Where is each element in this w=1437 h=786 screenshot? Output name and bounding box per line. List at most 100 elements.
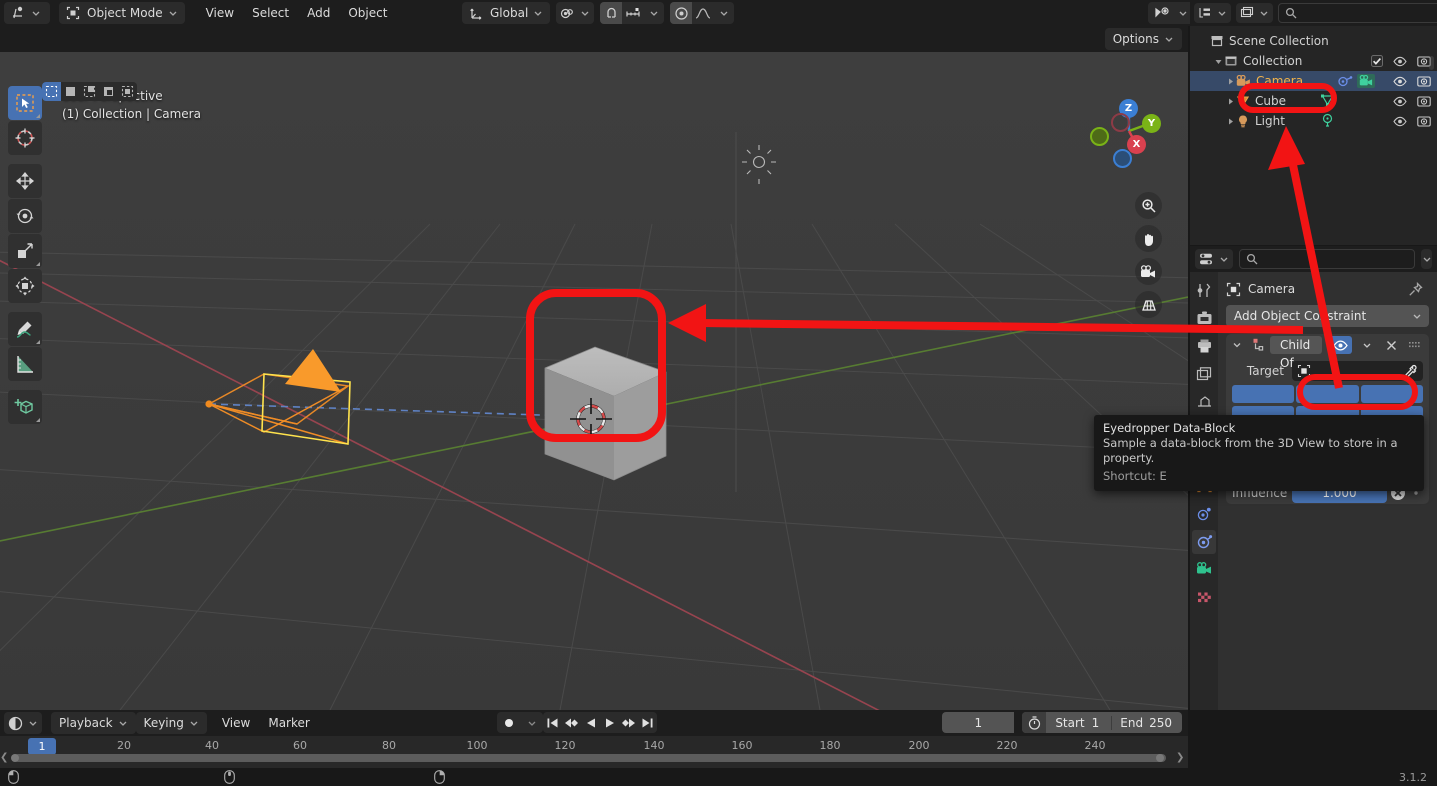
- camera-data-icon[interactable]: [1357, 74, 1375, 88]
- lasso-select-icon[interactable]: [99, 82, 118, 101]
- light-data-icon[interactable]: [1320, 113, 1335, 130]
- properties-search-input[interactable]: [1239, 249, 1415, 269]
- measure-tool[interactable]: [8, 347, 42, 381]
- box-select-icon[interactable]: [61, 82, 80, 101]
- target-datablock-field[interactable]: [1292, 361, 1423, 381]
- menu-object[interactable]: Object: [339, 2, 396, 24]
- object-data-tab[interactable]: [1192, 558, 1216, 582]
- visibility-selector[interactable]: [1148, 2, 1195, 24]
- outliner-search-input[interactable]: [1278, 3, 1437, 23]
- disclosure-triangle-closed-icon[interactable]: [1224, 117, 1236, 126]
- frame-range-group[interactable]: Start 1 End 250: [1022, 712, 1182, 733]
- outliner-editor[interactable]: Scene Collection Collection Camera Cube …: [1190, 0, 1437, 245]
- properties-tab-strip[interactable]: [1190, 272, 1218, 710]
- rotate-tool[interactable]: [8, 199, 42, 233]
- proportional-editing-group[interactable]: [670, 2, 735, 24]
- outliner-row-scene-collection[interactable]: Scene Collection: [1190, 31, 1437, 51]
- properties-search-field[interactable]: [1263, 252, 1408, 266]
- timeline-scrollbar[interactable]: [6, 753, 1174, 763]
- jump-to-prev-keyframe-icon[interactable]: [562, 712, 581, 733]
- outliner-row-toggles[interactable]: [1393, 115, 1431, 127]
- constraint-icon[interactable]: [1338, 75, 1353, 88]
- chevron-down-icon[interactable]: [1358, 340, 1376, 350]
- outliner-row-toggles[interactable]: [1393, 95, 1431, 107]
- outliner-row-collection[interactable]: Collection: [1190, 51, 1437, 71]
- timeline-editor[interactable]: Playback Keying View Marker 1 Start 1 En…: [0, 710, 1188, 768]
- select-mode-group[interactable]: [42, 82, 137, 101]
- jump-to-next-keyframe-icon[interactable]: [619, 712, 638, 733]
- add-cube-tool[interactable]: [8, 390, 42, 424]
- outliner-row-light[interactable]: Light: [1190, 111, 1437, 131]
- eye-icon[interactable]: [1328, 336, 1352, 354]
- disclosure-triangle-open-icon[interactable]: [1212, 57, 1224, 66]
- axis-toggle[interactable]: [1296, 385, 1359, 403]
- jump-to-end-icon[interactable]: [638, 712, 657, 733]
- magnet-icon[interactable]: [600, 2, 623, 24]
- eye-icon[interactable]: [1393, 76, 1407, 87]
- proportional-edit-icon[interactable]: [670, 2, 693, 24]
- scroll-arrow-left-icon[interactable]: ❮: [0, 753, 10, 763]
- mode-selector[interactable]: Object Mode: [59, 2, 185, 24]
- gizmo-axis-y[interactable]: Y: [1142, 114, 1161, 133]
- zoom-navigation-icon[interactable]: [1135, 192, 1162, 219]
- chevron-down-icon[interactable]: [521, 712, 543, 733]
- viewport-3d[interactable]: Options (1) Collection | Camera Z Y X: [0, 26, 1188, 710]
- camera-view-icon[interactable]: [1135, 258, 1162, 285]
- use-preview-range-icon[interactable]: [1022, 712, 1047, 733]
- move-tool[interactable]: [8, 164, 42, 198]
- end-value[interactable]: 250: [1149, 716, 1182, 730]
- transform-tool[interactable]: [8, 269, 42, 303]
- viewport-options-button[interactable]: Options: [1104, 28, 1182, 50]
- current-frame-field[interactable]: 1: [942, 712, 1015, 733]
- camera-render-icon[interactable]: [1417, 95, 1431, 107]
- transport-controls[interactable]: [543, 712, 657, 733]
- modifiers-tab[interactable]: [1192, 502, 1216, 526]
- chevron-down-icon[interactable]: [719, 8, 729, 18]
- camera-render-icon[interactable]: [1417, 75, 1431, 87]
- menu-keying[interactable]: Keying: [135, 712, 207, 734]
- pivot-point-selector[interactable]: [556, 2, 595, 24]
- menu-view-timeline[interactable]: View: [213, 712, 259, 734]
- falloff-curve-icon[interactable]: [692, 2, 714, 24]
- outliner-search-field[interactable]: [1302, 6, 1437, 20]
- chevron-down-icon[interactable]: [649, 8, 659, 18]
- viewport-nav-buttons[interactable]: [1135, 192, 1162, 318]
- tool-tab[interactable]: [1192, 278, 1216, 302]
- constraint-axis-toggles-row-1[interactable]: [1226, 385, 1429, 403]
- pan-navigation-icon[interactable]: [1135, 225, 1162, 252]
- eye-selectability-icon[interactable]: [1151, 2, 1173, 24]
- eye-icon[interactable]: [1393, 56, 1407, 67]
- select-box-tool[interactable]: [8, 86, 42, 120]
- timeline-editor-type-selector[interactable]: [4, 712, 42, 734]
- render-tab[interactable]: [1192, 306, 1216, 330]
- play-reverse-icon[interactable]: [581, 712, 600, 733]
- menu-view[interactable]: View: [197, 2, 243, 24]
- checkbox-checked-icon[interactable]: [1371, 55, 1383, 67]
- axis-toggle[interactable]: [1232, 385, 1295, 403]
- constraint-panel-header[interactable]: Child Of: [1226, 334, 1429, 370]
- menu-select[interactable]: Select: [243, 2, 298, 24]
- navigation-gizmo[interactable]: Z Y X: [1088, 90, 1170, 172]
- annotate-tool[interactable]: [8, 312, 42, 346]
- eye-icon[interactable]: [1393, 116, 1407, 127]
- start-value[interactable]: 1: [1092, 716, 1112, 730]
- menu-add[interactable]: Add: [298, 2, 339, 24]
- add-object-constraint-button[interactable]: Add Object Constraint: [1226, 305, 1429, 327]
- properties-panel-body[interactable]: Camera Add Object Constraint Child Of Ta…: [1218, 272, 1437, 710]
- scroll-arrow-right-icon[interactable]: ❯: [1176, 753, 1186, 763]
- camera-render-icon[interactable]: [1417, 115, 1431, 127]
- gizmo-axis-neg-x[interactable]: [1111, 113, 1130, 132]
- mesh-data-icon[interactable]: [1320, 93, 1335, 110]
- panel-collapse-chevron-icon[interactable]: [1231, 340, 1243, 350]
- disclosure-triangle-closed-icon[interactable]: [1224, 97, 1236, 106]
- axis-toggle[interactable]: [1360, 385, 1423, 403]
- circle-select-icon[interactable]: [80, 82, 99, 101]
- outliner-display-mode-selector[interactable]: [1194, 3, 1231, 23]
- tweak-select-icon[interactable]: [42, 82, 61, 101]
- play-icon[interactable]: [600, 712, 619, 733]
- outliner-filter-dropdown[interactable]: [1236, 3, 1273, 23]
- chevron-down-icon[interactable]: [1178, 8, 1188, 18]
- snapping-group[interactable]: [600, 2, 665, 24]
- view-layer-tab[interactable]: [1192, 362, 1216, 386]
- outliner-row-datablocks[interactable]: [1338, 74, 1375, 88]
